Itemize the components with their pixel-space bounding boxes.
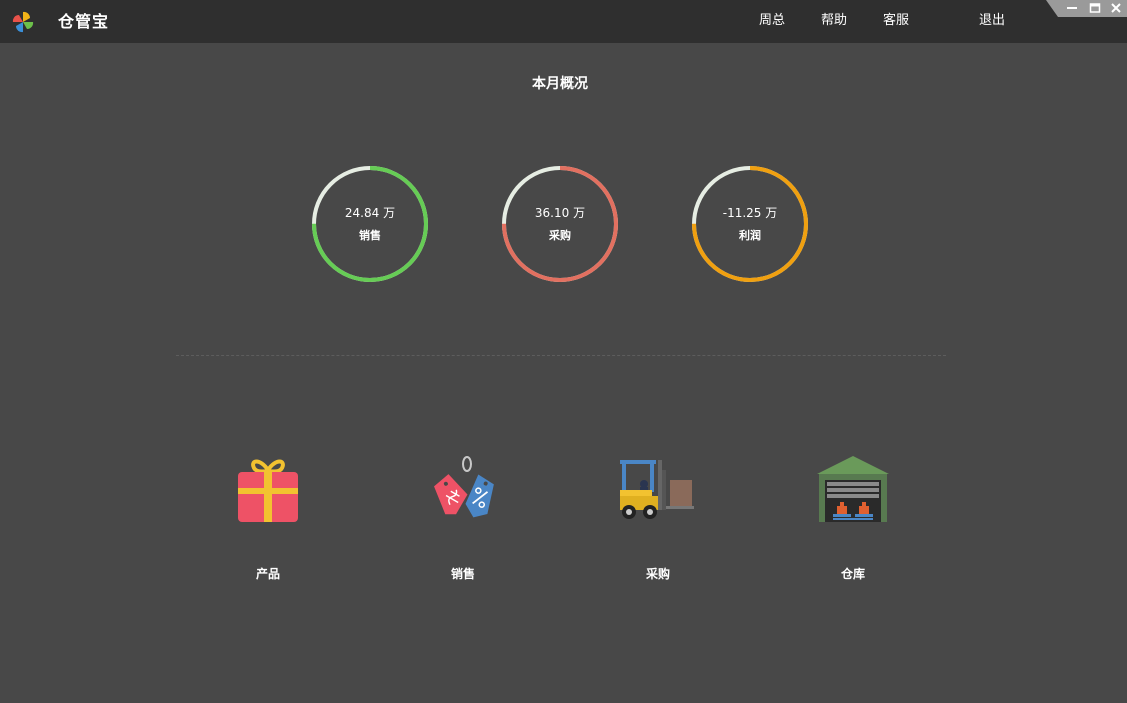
overview-title: 本月概况 xyxy=(532,76,588,92)
nav-help-link[interactable]: 帮助 xyxy=(821,12,847,30)
title-bar: 仓管宝 周总 帮助 客服 退出 xyxy=(0,0,1127,43)
module-purchase[interactable]: 采购 xyxy=(598,452,718,592)
gift-icon xyxy=(238,459,298,522)
module-products-label: 产品 xyxy=(255,567,280,581)
nav-service-link[interactable]: 客服 xyxy=(883,12,909,30)
sales-stat-value: 24.84 万 xyxy=(344,206,396,220)
close-icon[interactable] xyxy=(1110,2,1122,14)
sale-tag-icon xyxy=(434,456,494,518)
warehouse-icon xyxy=(817,456,889,522)
section-divider xyxy=(176,355,946,356)
profit-ring-chart xyxy=(692,166,808,282)
sales-stat-label: 销售 xyxy=(359,229,381,242)
purchase-ring-chart xyxy=(502,166,618,282)
module-products[interactable]: 产品 xyxy=(208,452,328,592)
logout-link[interactable]: 退出 xyxy=(979,12,1005,30)
profit-stat-value: -11.25 万 xyxy=(722,206,778,220)
profit-stat-ring: -11.25 万 利润 xyxy=(690,164,810,284)
window-controls xyxy=(1046,0,1127,17)
sales-ring-chart xyxy=(312,166,428,282)
maximize-icon[interactable] xyxy=(1089,2,1101,14)
module-sales-label: 销售 xyxy=(450,567,475,581)
profit-stat-label: 利润 xyxy=(739,229,761,242)
forklift-icon xyxy=(620,460,694,519)
nav-weekly-link[interactable]: 周总 xyxy=(759,12,785,30)
purchase-stat-ring: 36.10 万 采购 xyxy=(500,164,620,284)
app-title: 仓管宝 xyxy=(58,12,110,31)
module-sales[interactable]: 销售 xyxy=(403,452,523,592)
minimize-icon[interactable] xyxy=(1066,2,1078,14)
app-logo-icon xyxy=(12,11,34,33)
sales-stat-ring: 24.84 万 销售 xyxy=(310,164,430,284)
purchase-stat-label: 采购 xyxy=(549,229,571,242)
purchase-stat-value: 36.10 万 xyxy=(534,206,586,220)
module-purchase-label: 采购 xyxy=(645,567,670,581)
module-warehouse[interactable]: 仓库 xyxy=(793,452,913,592)
module-warehouse-label: 仓库 xyxy=(840,567,865,581)
